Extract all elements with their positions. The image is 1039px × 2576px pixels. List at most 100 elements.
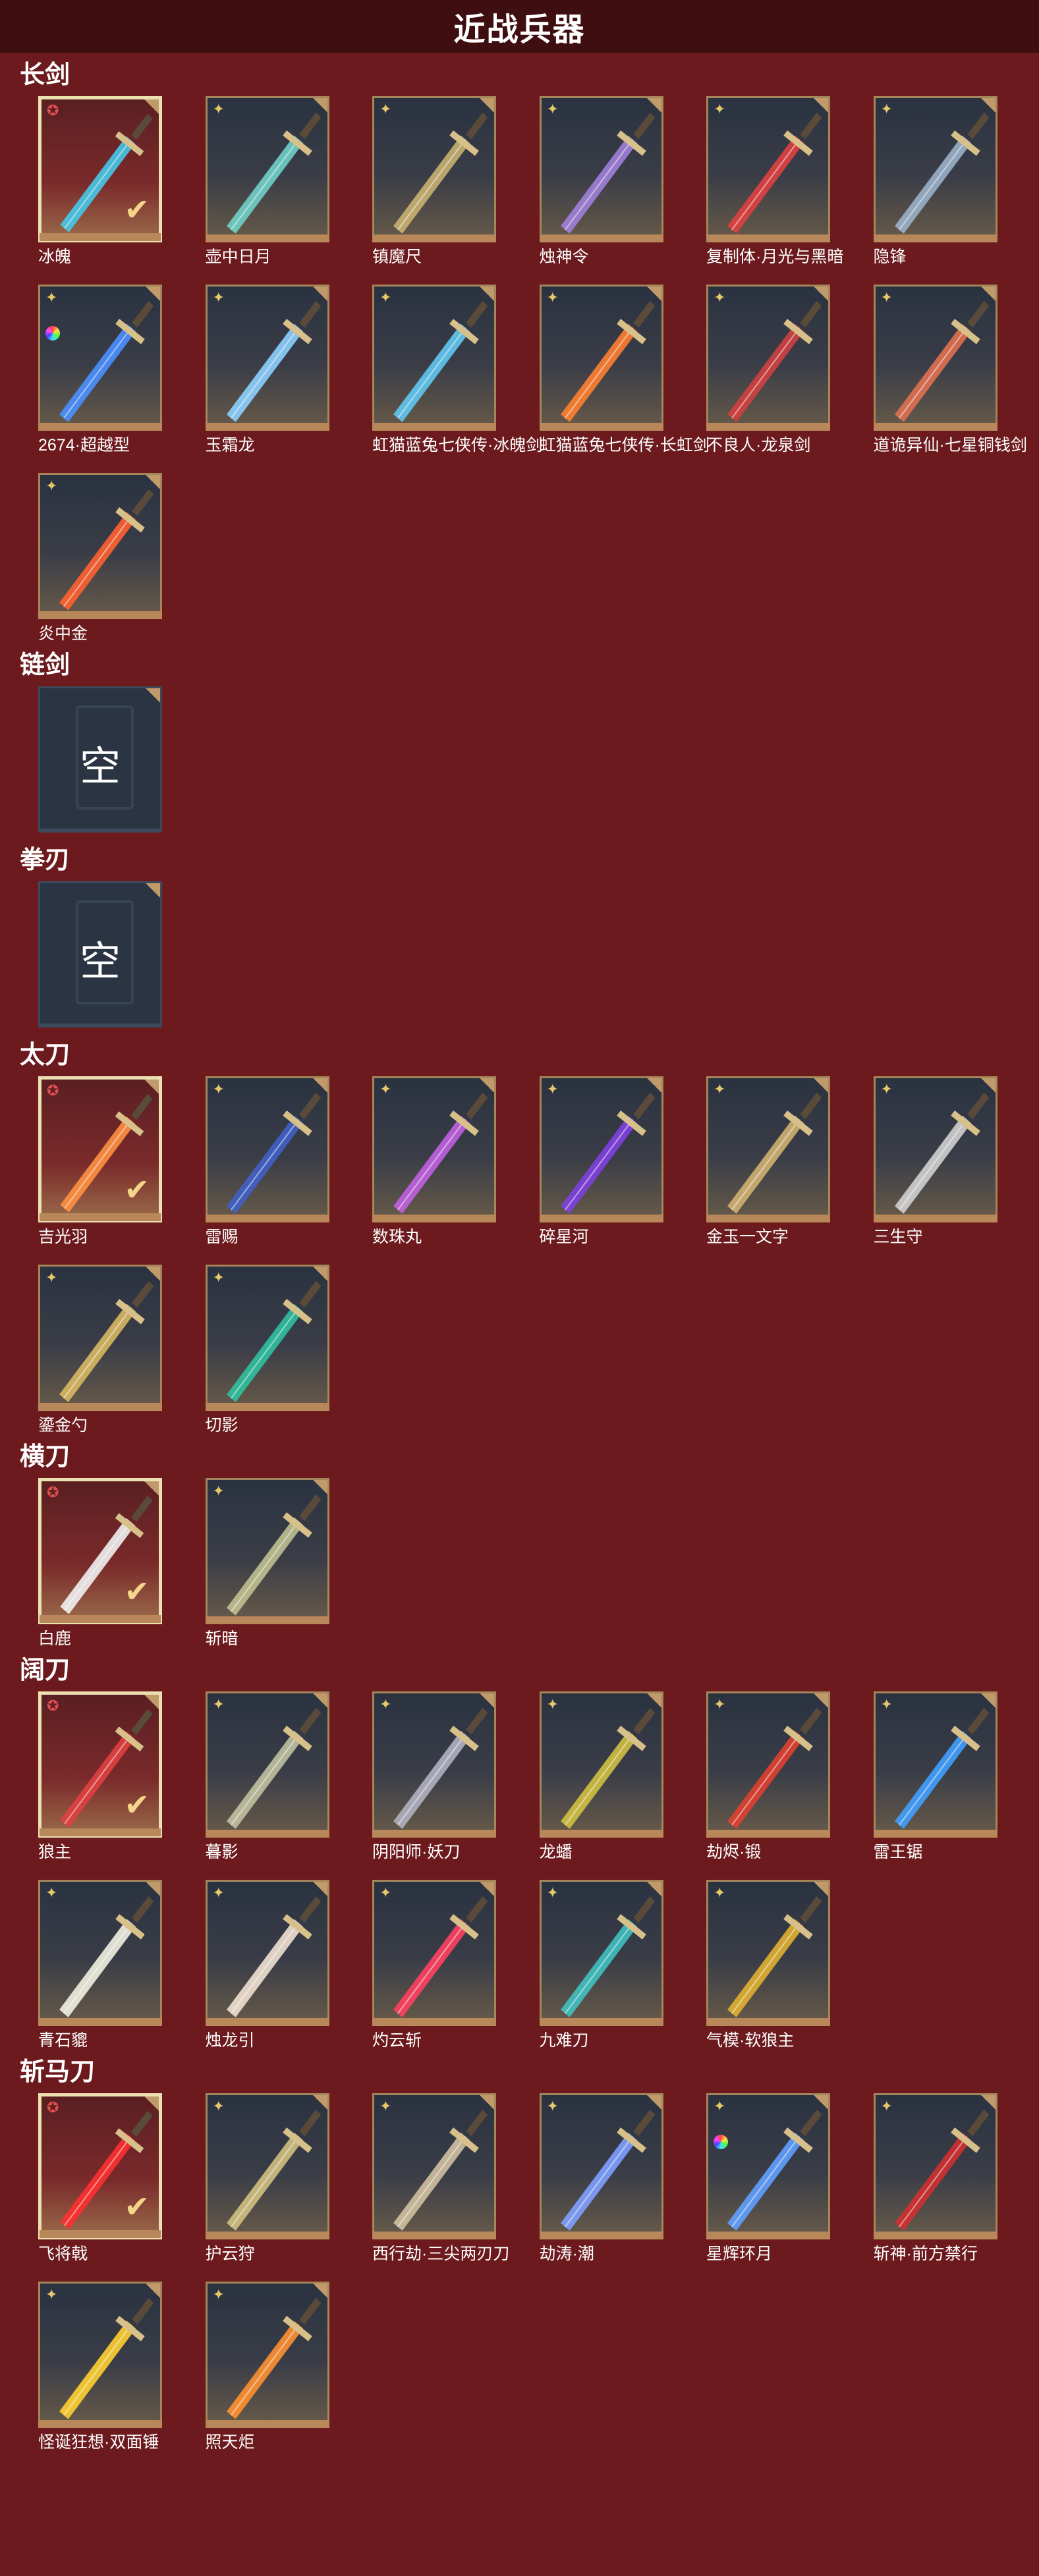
weapon-card[interactable]: ✦ <box>706 285 830 431</box>
weapon-card[interactable]: ✦ <box>372 2093 496 2239</box>
weapon-card[interactable]: ✪ ✔ <box>38 1478 162 1624</box>
weapon-icon <box>226 300 321 422</box>
weapon-item[interactable]: ✦ 护云狩 <box>205 2093 344 2263</box>
weapon-card[interactable]: ✦ <box>205 2093 329 2239</box>
weapon-item[interactable]: ✪ ✔ 狼主 <box>38 1691 177 1861</box>
weapon-card[interactable]: ✪ ✔ <box>38 2093 162 2239</box>
weapon-item[interactable]: ✦ 切影 <box>205 1265 344 1435</box>
corner-fold-icon <box>146 2284 160 2298</box>
weapon-item[interactable]: ✦ 镇魔尺 <box>372 96 511 266</box>
weapon-item[interactable]: ✦ 炎中金 <box>38 473 177 643</box>
weapon-item[interactable]: ✦ 复制体·月光与黑暗 <box>706 96 845 266</box>
weapon-item[interactable]: ✦ 虹猫蓝兔七侠传·长虹剑 <box>539 285 710 454</box>
weapon-item[interactable]: ✦ 壶中日月 <box>205 96 344 266</box>
weapon-card[interactable]: ✦ <box>38 473 162 619</box>
weapon-item[interactable]: ✦ 道诡异仙·七星铜钱剑 <box>873 285 1027 454</box>
weapon-item[interactable]: ✦ 劫涛·潮 <box>539 2093 678 2263</box>
corner-fold-icon <box>980 1078 996 1093</box>
weapon-item[interactable]: ✪ ✔ 飞将戟 <box>38 2093 177 2263</box>
weapon-card[interactable]: ✪ ✔ <box>38 96 162 242</box>
weapon-item[interactable]: ✦ 青石貔 <box>38 1880 177 2050</box>
weapon-card[interactable]: ✦ <box>205 1478 329 1624</box>
weapon-card[interactable]: ✦ <box>38 1880 162 2026</box>
weapon-card[interactable]: ✦ <box>205 285 329 431</box>
weapon-item[interactable]: ✦ 阴阳师·妖刀 <box>372 1691 511 1861</box>
weapon-card[interactable]: ✦ <box>706 2093 830 2239</box>
weapon-card[interactable]: ✦ <box>873 285 997 431</box>
weapon-item[interactable]: ✦ 雷王锯 <box>873 1691 1012 1861</box>
weapon-item[interactable]: ✦ 灼云斩 <box>372 1880 511 2050</box>
weapon-item[interactable]: ✦ 金玉一文字 <box>706 1076 845 1246</box>
weapon-card[interactable]: ✦ <box>873 2093 997 2239</box>
weapon-card[interactable]: ✦ <box>539 1076 663 1222</box>
weapon-item[interactable]: ✦ 九难刀 <box>539 1880 678 2050</box>
weapon-card[interactable]: ✦ <box>205 1265 329 1411</box>
weapon-item[interactable]: ✪ ✔ 吉光羽 <box>38 1076 177 1246</box>
weapon-card[interactable]: ✦ <box>873 96 997 242</box>
weapon-card[interactable]: ✦ <box>706 1880 830 2026</box>
weapon-item[interactable]: ✦ 西行劫·三尖两刃刀 <box>372 2093 511 2263</box>
weapon-card[interactable]: ✪ ✔ <box>38 1076 162 1222</box>
weapon-card[interactable]: ✦ <box>539 2093 663 2239</box>
weapon-item[interactable]: ✦ 雷赐 <box>205 1076 344 1246</box>
rainbow-ring-icon <box>714 2135 728 2149</box>
weapon-item[interactable]: ✦ 数珠丸 <box>372 1076 511 1246</box>
weapon-card[interactable]: ✦ <box>372 285 496 431</box>
weapon-card[interactable]: ✦ <box>706 96 830 242</box>
weapon-section: 太刀 ✪ ✔ 吉光羽 ✦ 雷赐 ✦ 数珠丸 ✦ 碎星河 ✦ 金玉一文字 ✦ 三生守 ✦ 鎏金勺 ✦ 切影 <box>0 1039 1039 1435</box>
weapon-card[interactable]: 空 <box>38 881 162 1028</box>
weapon-item[interactable]: ✦ 龙蟠 <box>539 1691 678 1861</box>
weapon-icon <box>727 1092 822 1214</box>
weapon-item[interactable]: ✦ 不良人·龙泉剑 <box>706 285 845 454</box>
weapon-name: 灼云斩 <box>372 2031 422 2050</box>
weapon-item[interactable]: ✦ 斩暗 <box>205 1478 344 1648</box>
weapon-item[interactable]: ✦ 星辉环月 <box>706 2093 845 2263</box>
weapon-name: 炎中金 <box>38 624 88 643</box>
weapon-card[interactable]: ✦ <box>873 1691 997 1838</box>
equipped-check-icon: ✔ <box>124 192 150 227</box>
weapon-item[interactable]: ✦ 碎星河 <box>539 1076 678 1246</box>
weapon-card[interactable]: ✦ <box>706 1691 830 1838</box>
weapon-name: 怪诞狂想·双面锤 <box>38 2433 159 2452</box>
weapon-item[interactable]: ✦ 烛龙引 <box>205 1880 344 2050</box>
weapon-card[interactable]: ✦ <box>38 285 162 431</box>
weapon-item[interactable]: ✦ 2674·超越型 <box>38 285 177 454</box>
weapon-card[interactable]: ✦ <box>539 285 663 431</box>
weapon-card[interactable]: ✦ <box>205 1691 329 1838</box>
weapon-card[interactable]: ✦ <box>873 1076 997 1222</box>
weapon-name: 照天炬 <box>205 2433 255 2452</box>
weapon-item[interactable]: ✦ 虹猫蓝兔七侠传·冰魄剑 <box>372 285 542 454</box>
weapon-card[interactable]: ✦ <box>372 1691 496 1838</box>
weapon-card[interactable]: ✪ ✔ <box>38 1691 162 1838</box>
weapon-item[interactable]: ✦ 劫烬·锻 <box>706 1691 845 1861</box>
weapon-item[interactable]: ✦ 气模·软狼主 <box>706 1880 845 2050</box>
weapon-card[interactable]: ✦ <box>38 2282 162 2428</box>
weapon-item[interactable]: ✦ 玉霜龙 <box>205 285 344 454</box>
weapon-card[interactable]: ✦ <box>539 1880 663 2026</box>
weapon-card[interactable]: ✦ <box>539 96 663 242</box>
weapon-item[interactable]: 空 <box>38 881 177 1033</box>
weapon-item[interactable]: ✦ 暮影 <box>205 1691 344 1861</box>
weapon-card[interactable]: ✦ <box>706 1076 830 1222</box>
weapon-item[interactable]: ✪ ✔ 冰魄 <box>38 96 177 266</box>
equipped-check-icon: ✔ <box>124 1788 150 1822</box>
weapon-card[interactable]: ✦ <box>372 96 496 242</box>
weapon-card[interactable]: ✦ <box>205 2282 329 2428</box>
weapon-card[interactable]: ✦ <box>372 1880 496 2026</box>
weapon-item[interactable]: ✪ ✔ 白鹿 <box>38 1478 177 1648</box>
weapon-card[interactable]: ✦ <box>205 1076 329 1222</box>
weapon-item[interactable]: ✦ 怪诞狂想·双面锤 <box>38 2282 177 2452</box>
weapon-item[interactable]: ✦ 烛神令 <box>539 96 678 266</box>
weapon-card[interactable]: ✦ <box>539 1691 663 1838</box>
weapon-item[interactable]: ✦ 照天炬 <box>205 2282 344 2452</box>
weapon-item[interactable]: ✦ 隐锋 <box>873 96 1012 266</box>
weapon-card[interactable]: ✦ <box>38 1265 162 1411</box>
weapon-card[interactable]: 空 <box>38 686 162 833</box>
weapon-item[interactable]: ✦ 鎏金勺 <box>38 1265 177 1435</box>
weapon-card[interactable]: ✦ <box>372 1076 496 1222</box>
weapon-item[interactable]: ✦ 三生守 <box>873 1076 1012 1246</box>
weapon-card[interactable]: ✦ <box>205 96 329 242</box>
weapon-item[interactable]: ✦ 斩神·前方禁行 <box>873 2093 1012 2263</box>
weapon-item[interactable]: 空 <box>38 686 177 838</box>
weapon-card[interactable]: ✦ <box>205 1880 329 2026</box>
